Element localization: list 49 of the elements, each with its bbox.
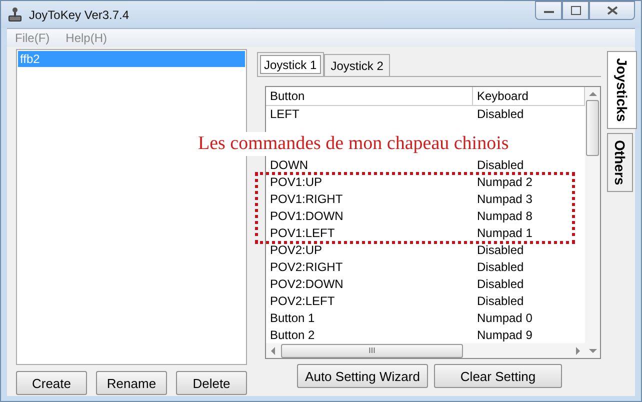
profile-button[interactable]: Rename [96, 371, 167, 395]
table-cell-text: DOWN [269, 158, 309, 172]
table-cell-text: Numpad 0 [476, 310, 534, 325]
profile-button[interactable]: Delete [176, 371, 247, 395]
table-cell-text: POV2:LEFT [269, 294, 336, 308]
minimize-button[interactable] [535, 1, 562, 20]
table-cell-text: Button 1 [269, 310, 316, 325]
table-cell-text: Disabled [476, 260, 525, 274]
side-tab[interactable]: Joysticks [607, 51, 637, 129]
table-cell-text: Numpad 1 [476, 226, 534, 240]
table-cell-text: POV2:UP [269, 242, 324, 257]
table-cell-text: POV2:RIGHT [269, 260, 344, 274]
table-cell-text: Disabled [476, 158, 525, 172]
joystick-tab[interactable]: Joystick 2 [324, 54, 390, 76]
down-arrow-icon[interactable] [588, 348, 596, 354]
maximize-button[interactable] [562, 1, 589, 20]
action-button[interactable]: Clear Setting [434, 364, 562, 388]
column-header[interactable]: Button [266, 87, 473, 105]
table-cell-text: POV1:LEFT [269, 226, 336, 240]
table-cell-text: POV1:RIGHT [269, 192, 344, 206]
table-cell-text: Disabled [476, 276, 525, 291]
table-cell-text: Button 2 [269, 328, 316, 342]
table-cell-text: Disabled [476, 107, 525, 122]
table-cell-text: Numpad 8 [476, 209, 534, 224]
scrollbar-thumb[interactable] [586, 100, 599, 156]
close-icon [606, 6, 618, 15]
table-cell-text: Disabled [476, 242, 525, 257]
table-cell-text: Numpad 9 [476, 328, 534, 342]
profile-button[interactable]: Create [16, 371, 87, 395]
joystick-icon [7, 6, 23, 22]
up-arrow-icon[interactable] [588, 91, 596, 97]
close-button[interactable] [589, 1, 635, 20]
side-tab[interactable]: Others [607, 132, 633, 192]
scrollbar-thumb[interactable]: III [281, 344, 463, 358]
table-cell-text: POV1:UP [269, 175, 324, 190]
table-cell-text: POV1:DOWN [269, 209, 344, 224]
action-button[interactable]: Auto Setting Wizard [297, 364, 428, 388]
table-cell-text: Numpad 2 [476, 175, 534, 190]
vertical-scrollbar[interactable] [585, 87, 600, 358]
horizontal-scrollbar[interactable]: III [266, 343, 585, 358]
left-arrow-icon[interactable] [270, 346, 276, 355]
window-title: JoyToKey Ver3.7.4 [29, 8, 130, 22]
right-arrow-icon[interactable] [575, 346, 581, 355]
table-cell-text: LEFT [269, 107, 300, 122]
maximize-icon [570, 6, 580, 15]
joystick-tab[interactable]: Joystick 1 [257, 52, 324, 76]
table-cell-text: Disabled [476, 294, 525, 308]
table-cell-text: Numpad 3 [476, 192, 534, 206]
table-cell-text: POV2:DOWN [269, 276, 344, 291]
